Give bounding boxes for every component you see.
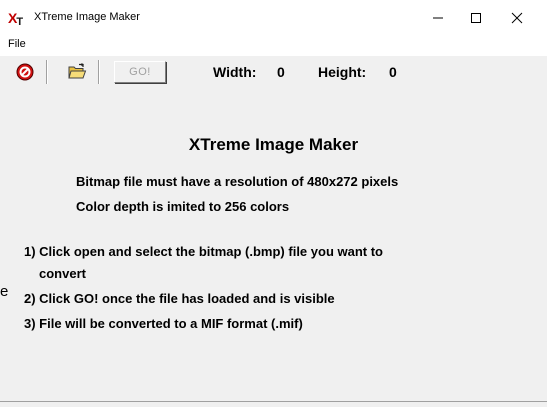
step-1-continued: convert [39,266,86,281]
window-title: XTreme Image Maker [34,11,140,23]
height-value: 0 [389,64,397,80]
step-2: 2) Click GO! once the file has loaded an… [24,291,335,306]
main-panel: XTreme Image Maker Bitmap file must have… [0,90,547,402]
open-button[interactable] [64,60,90,84]
page-title: XTreme Image Maker [188,135,359,154]
toolbar-separator [98,60,100,84]
width-label: Width: [213,64,257,80]
stray-text: e [0,283,9,300]
maximize-button[interactable] [456,5,496,31]
go-button[interactable]: GO! [114,61,166,83]
toolbar: GO! Width: 0 Height: 0 [0,56,547,90]
status-bar [0,401,547,407]
toolbar-separator [46,60,48,84]
width-value: 0 [277,64,285,80]
info-color-depth: Color depth is imited to 256 colors [76,199,290,214]
maximize-icon [471,13,481,23]
open-folder-icon [68,63,87,79]
stop-button[interactable] [12,60,38,84]
app-logo-icon: XT [8,10,24,28]
stop-icon [16,63,34,81]
step-3: 3) File will be converted to a MIF forma… [24,316,303,331]
close-icon [511,12,523,24]
menu-file[interactable]: File [8,38,26,50]
minimize-icon [433,17,443,19]
step-1: 1) Click open and select the bitmap (.bm… [24,244,383,259]
info-resolution: Bitmap file must have a resolution of 48… [76,174,399,189]
title-bar: XT XTreme Image Maker [0,0,547,36]
height-label: Height: [318,64,367,80]
minimize-button[interactable] [418,5,458,31]
menu-bar: File [0,36,547,54]
close-button[interactable] [497,5,537,31]
